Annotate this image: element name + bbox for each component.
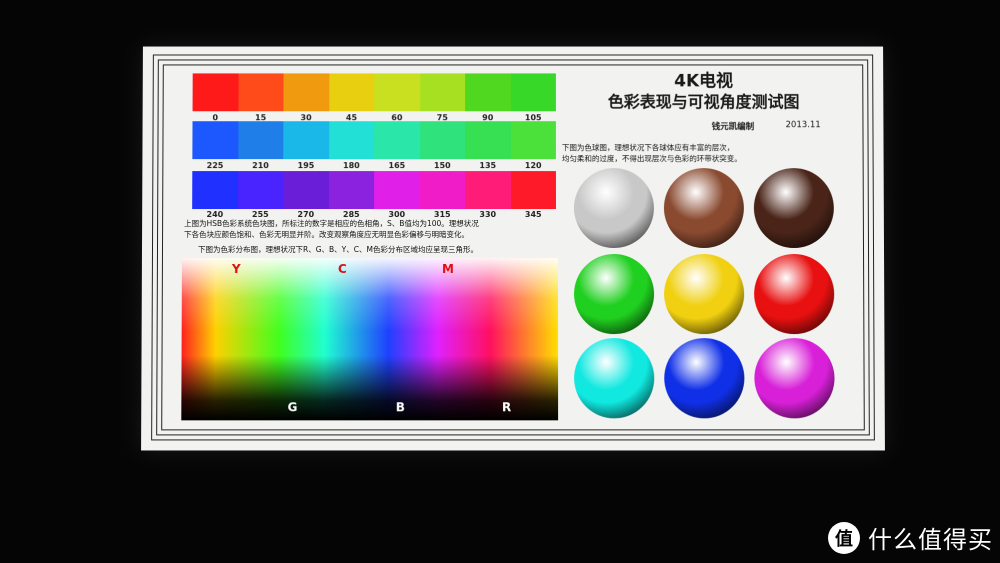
gamut-label-g: G: [287, 400, 298, 415]
hue-swatch-75: [419, 73, 466, 112]
color-sphere: [663, 168, 744, 248]
gamut-label-y: Y: [231, 262, 241, 277]
hue-swatch-330: [465, 171, 511, 210]
hue-swatch-225: [192, 121, 238, 160]
hue-swatch-315: [419, 171, 466, 210]
hue-label: 165: [388, 161, 406, 171]
color-sphere: [664, 253, 745, 335]
hue-label: 180: [343, 161, 360, 171]
hue-swatch-15: [237, 73, 284, 112]
hue-swatch-60: [374, 73, 420, 112]
hue-row-1: [192, 73, 556, 112]
tv-screen: 0 15 30 45 60 75 90 105 225 210 195 180 165 150 135 12…: [141, 46, 885, 451]
hue-swatch-255: [237, 171, 284, 210]
hue-swatch-270: [283, 171, 329, 210]
hue-swatch-0: [192, 73, 239, 112]
hue-swatch-285: [328, 171, 375, 210]
smzdm-watermark: 值 什么值得买: [828, 520, 993, 555]
hue-label: 135: [479, 161, 497, 171]
sphere-note-line-2: 均匀柔和的过度，不得出现层次与色彩的环带状突变。: [561, 154, 742, 164]
gamut-note: 下图为色彩分布图，理想状况下R、G、B、Y、C、M色彩分布区域均应呈现三角形。: [197, 245, 478, 254]
hue-swatch-45: [328, 73, 375, 112]
color-sphere: [753, 168, 834, 248]
color-sphere: [574, 338, 655, 419]
hue-swatch-90: [465, 73, 511, 112]
hue-label: 120: [524, 161, 542, 171]
color-sphere: [574, 253, 655, 335]
hue-swatch-135: [465, 121, 511, 160]
date: 2013.11: [785, 120, 821, 131]
gamut-label-m: M: [441, 262, 454, 277]
hue-swatch-150: [419, 121, 466, 160]
gamut-label-r: R: [501, 400, 512, 415]
author: 钱元凯编制: [711, 122, 755, 133]
color-gamut-map: Y C M G B R: [181, 257, 559, 421]
hsb-note-line-2: 下各色块应颜色饱和、色彩无明显并阶。改变观察角度应无明显色彩偏移与明暗变化。: [184, 230, 470, 240]
gamut-label-b: B: [395, 400, 405, 415]
hsb-note: 上图为HSB色彩系统色块图，所标注的数字是相应的色相角，S、B值均为100。理想…: [184, 218, 479, 240]
hue-swatch-240: [192, 171, 238, 210]
hue-swatch-300: [374, 171, 420, 210]
sphere-note-line-1: 下图为色球图，理想状况下各球体应有丰富的层次，: [561, 143, 735, 153]
color-sphere: [573, 168, 654, 248]
hue-swatch-120: [510, 121, 556, 160]
hue-swatch-345: [510, 171, 556, 210]
hue-label: 225: [206, 161, 224, 171]
hue-swatch-30: [283, 73, 329, 112]
watermark-text: 什么值得买: [868, 526, 993, 554]
hue-row-2: [192, 121, 556, 160]
color-sphere: [754, 253, 835, 335]
hue-swatch-210: [237, 121, 284, 160]
hsb-note-line-1: 上图为HSB色彩系统色块图，所标注的数字是相应的色相角，S、B值均为100。理想…: [184, 219, 479, 229]
hue-swatch-165: [374, 121, 420, 160]
color-sphere: [664, 338, 745, 419]
hue-label: 345: [524, 210, 542, 220]
hue-swatch-180: [328, 121, 375, 160]
hue-label: 210: [252, 161, 269, 171]
hue-swatch-195: [283, 121, 329, 160]
hue-swatch-105: [510, 73, 556, 112]
gamut-label-c: C: [337, 262, 347, 277]
hue-row-3: [192, 171, 556, 210]
hue-row-2-labels: 225 210 195 180 165 150 135 120: [192, 161, 556, 170]
smzdm-logo-icon: 值: [828, 521, 860, 554]
sphere-note: 下图为色球图，理想状况下各球体应有丰富的层次， 均匀柔和的过度，不得出现层次与色…: [562, 142, 742, 164]
hue-label: 195: [297, 161, 315, 171]
title-line-2: 色彩表现与可视角度测试图: [607, 92, 800, 112]
color-sphere: [754, 338, 835, 419]
hue-label: 150: [433, 161, 451, 171]
